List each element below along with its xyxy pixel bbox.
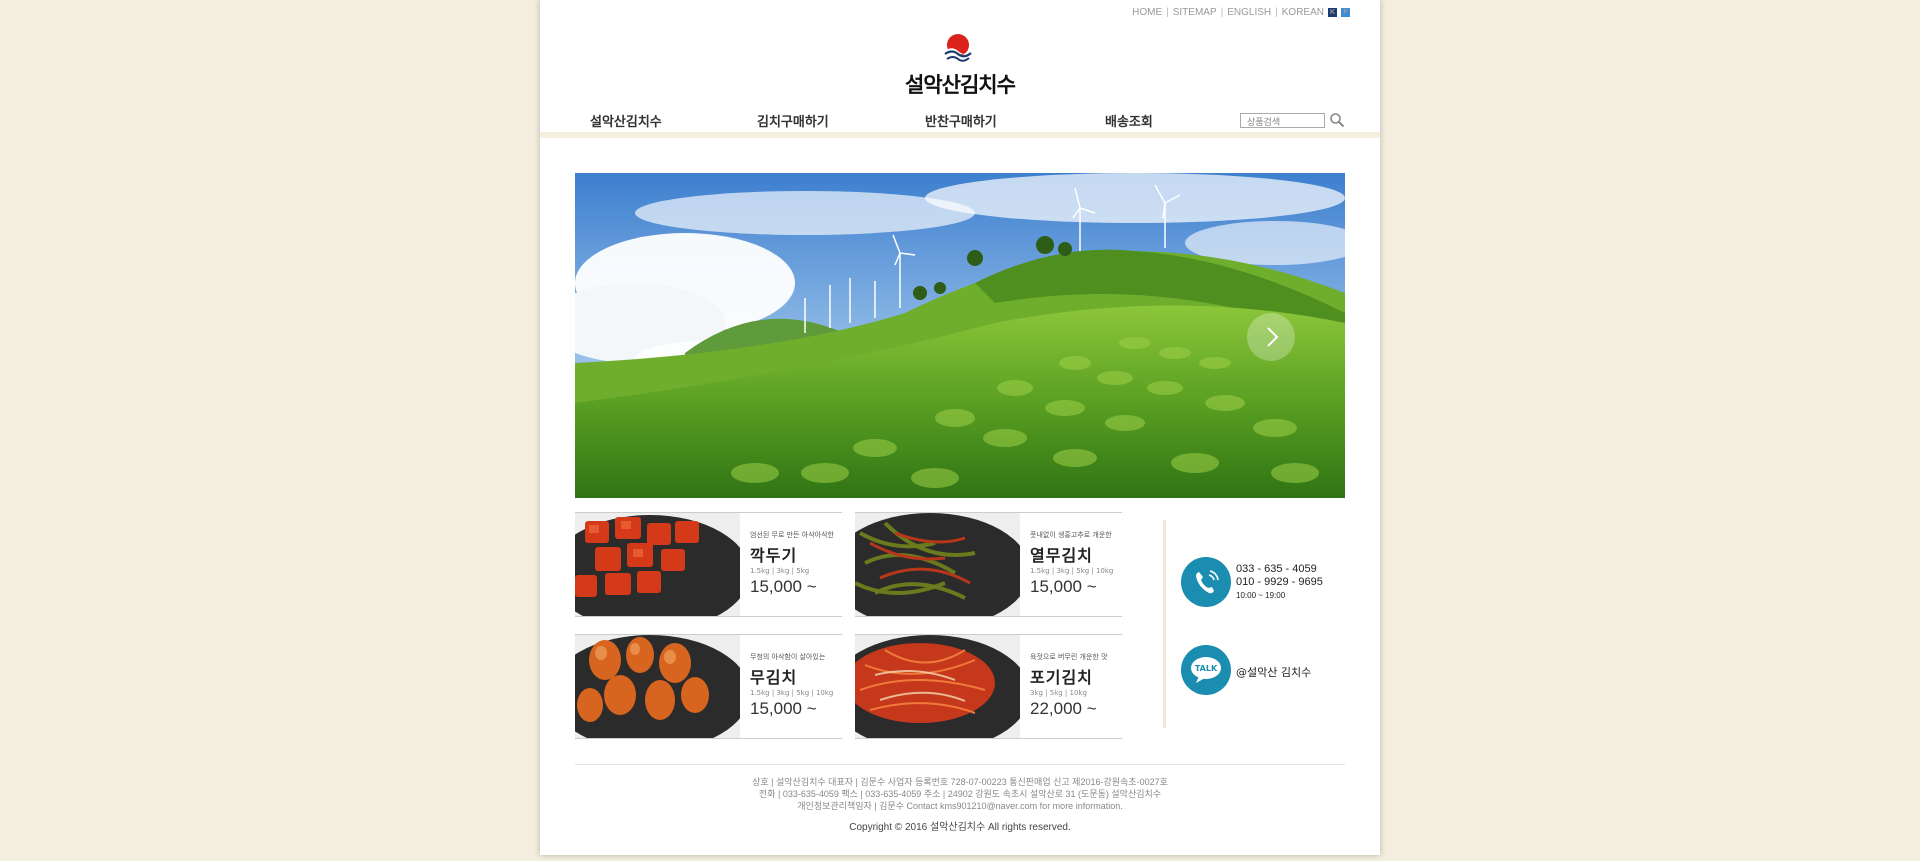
product-card-kkakdugi[interactable]: 엄선된 무로 만든 아삭아삭한 깍두기 1.5kg | 3kg | 5kg 15… [575,512,842,617]
product-weights: 3kg | 5kg | 10kg [1030,689,1087,697]
search-input[interactable]: 상품검색 [1240,113,1325,128]
product-name: 무김치 [750,668,798,687]
yeolmu-kimchi-plate-illustration [855,513,1020,616]
product-price: 15,000 ~ [1030,577,1097,596]
product-tagline: 엄선된 무로 만든 아삭아삭한 [750,531,834,539]
top-links: HOME | SITEMAP | ENGLISH | KOREAN K F [1132,7,1350,18]
pogi-kimchi-plate-illustration [855,635,1020,738]
sitemap-link[interactable]: SITEMAP [1173,7,1217,18]
nav-divider [540,132,1380,138]
product-card-pogi-kimchi[interactable]: 육젓으로 버무린 개운한 맛 포기김치 3kg | 5kg | 10kg 22,… [855,634,1122,739]
nav-item-delivery[interactable]: 배송조회 [1105,111,1153,130]
korean-link[interactable]: KOREAN [1282,7,1324,18]
hero-banner-image [575,173,1345,498]
chevron-right-icon [1267,327,1279,347]
product-image [855,635,1020,738]
kakao-story-icon[interactable]: K [1328,8,1337,17]
talk-badge: TALK [1195,664,1218,673]
phone-info: 033 - 635 - 4059 010 - 9929 - 9695 10:00… [1236,563,1323,602]
nav-item-brand[interactable]: 설악산김치수 [590,111,662,130]
footer-contact-info: 전화 | 033-635-4059 팩스 | 033-635-4059 주소 |… [758,789,1162,799]
facebook-icon[interactable]: F [1341,8,1350,17]
footer: 상호 | 설악산김치수 대표자 | 김문수 사업자 등록번호 728-07-00… [540,776,1380,834]
business-hours: 10:00 ~ 19:00 [1236,591,1286,600]
product-image [855,513,1020,616]
product-card-yeolmu[interactable]: 풋내없이 생홍고추로 개운한 열무김치 1.5kg | 3kg | 5kg | … [855,512,1122,617]
contact-divider [1163,520,1166,728]
product-tagline: 무청의 아삭함이 살아있는 [750,653,826,661]
product-price: 15,000 ~ [750,699,817,718]
logo-sun-wave-icon [944,34,972,62]
product-weights: 1.5kg | 3kg | 5kg [750,567,810,575]
main-nav: 설악산김치수 김치구매하기 반찬구매하기 배송조회 상품검색 [540,108,1380,132]
product-name: 열무김치 [1030,546,1093,565]
product-tagline: 육젓으로 버무린 개운한 맛 [1030,653,1108,661]
mu-kimchi-plate-illustration [575,635,740,738]
product-tagline: 풋내없이 생홍고추로 개운한 [1030,531,1112,539]
product-weights: 1.5kg | 3kg | 5kg | 10kg [1030,567,1114,575]
home-link[interactable]: HOME [1132,7,1162,18]
product-image [575,513,740,616]
footer-divider [575,764,1345,765]
nav-item-sidedish[interactable]: 반찬구매하기 [925,111,997,130]
phone-number-2: 010 - 9929 - 9695 [1236,576,1323,588]
cabbage-field-illustration [575,173,1345,498]
english-link[interactable]: ENGLISH [1227,7,1271,18]
footer-company-info: 상호 | 설악산김치수 대표자 | 김문수 사업자 등록번호 728-07-00… [752,777,1168,787]
product-card-mu-kimchi[interactable]: 무청의 아삭함이 살아있는 무김치 1.5kg | 3kg | 5kg | 10… [575,634,842,739]
site-logo[interactable]: 설악산김치수 [900,33,1020,97]
search-icon[interactable] [1329,112,1345,128]
product-weights: 1.5kg | 3kg | 5kg | 10kg [750,689,834,697]
carousel-next-button[interactable] [1247,313,1295,361]
nav-item-kimchi[interactable]: 김치구매하기 [757,111,829,130]
footer-copyright: Copyright © 2016 설악산김치수 All rights reser… [849,822,1071,833]
logo-text: 설악산김치수 [905,73,1016,97]
phone-icon[interactable] [1181,557,1231,607]
phone-number-1: 033 - 635 - 4059 [1236,563,1317,575]
product-image [575,635,740,738]
product-price: 15,000 ~ [750,577,817,596]
footer-privacy-info: 개인정보관리책임자 | 김문수 Contact kms901210@naver.… [797,801,1123,811]
kakaotalk-icon[interactable]: TALK [1181,645,1231,695]
product-name: 포기김치 [1030,668,1093,687]
kkakdugi-plate-illustration [575,513,740,616]
product-name: 깍두기 [750,546,798,565]
product-price: 22,000 ~ [1030,699,1097,718]
kakaotalk-id[interactable]: @설악산 김치수 [1236,664,1311,680]
page-container: HOME | SITEMAP | ENGLISH | KOREAN K F 설악… [540,0,1380,855]
